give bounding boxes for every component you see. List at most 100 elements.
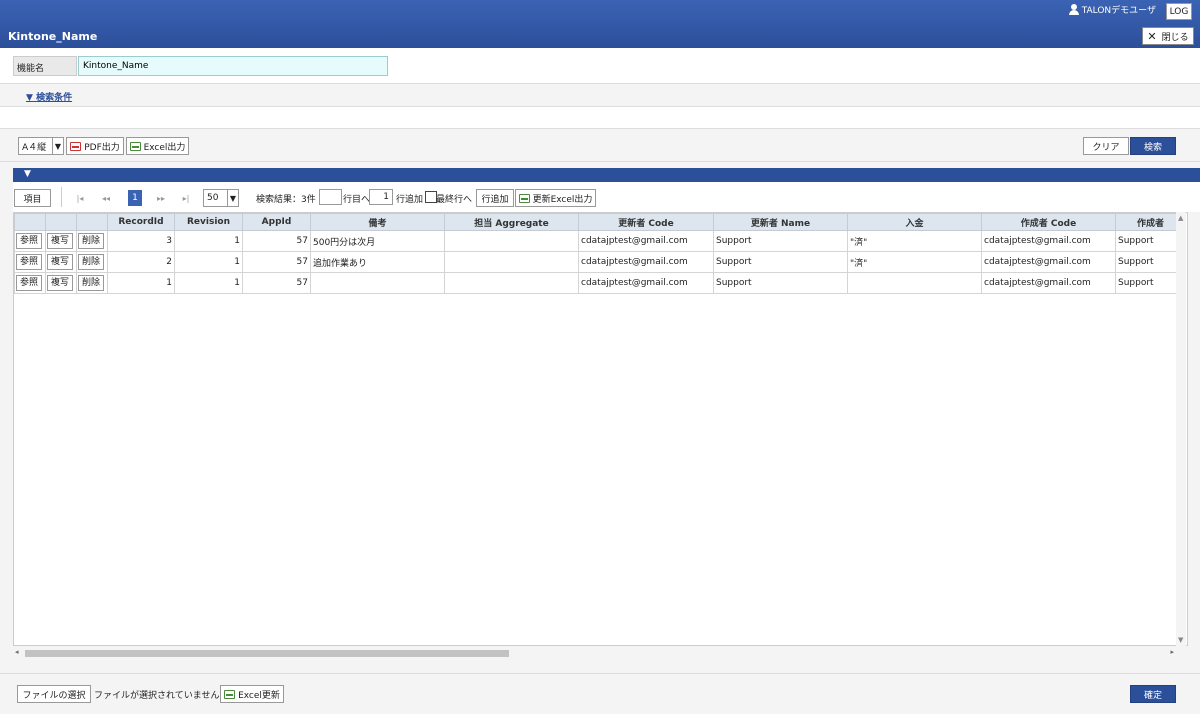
revision-cell: 1 bbox=[174, 272, 243, 294]
user-name: TALONデモユーザ bbox=[1081, 6, 1156, 16]
delete-cell: 削除 bbox=[76, 251, 108, 273]
copy-button[interactable]: 複写 bbox=[47, 254, 74, 270]
column-header-aggregate[interactable]: 担当 Aggregate bbox=[444, 213, 579, 231]
confirm-button[interactable]: 確定 bbox=[1130, 685, 1176, 703]
goto-row-label: 行目へ bbox=[343, 195, 371, 205]
column-header bbox=[45, 213, 77, 231]
excel-export-button[interactable]: Excel出力 bbox=[126, 137, 189, 155]
column-header bbox=[76, 213, 108, 231]
paper-size-select[interactable]: A４縦 ▼ bbox=[18, 137, 64, 155]
function-name-label: 機能名 bbox=[13, 56, 77, 76]
add-row-button[interactable]: 行追加 bbox=[476, 189, 514, 207]
add-row-label: 行追加 bbox=[396, 195, 424, 205]
header-row: RecordId Revision AppId 備考 担当 Aggregate … bbox=[14, 213, 1186, 231]
record-id-cell: 1 bbox=[107, 272, 175, 294]
current-page[interactable]: 1 bbox=[128, 190, 142, 206]
creator-code-cell: cdatajptest@gmail.com bbox=[981, 272, 1116, 294]
creator-cell: Support bbox=[1115, 251, 1186, 273]
excel-export-label: Excel出力 bbox=[143, 142, 186, 153]
goto-row-input[interactable] bbox=[319, 189, 342, 205]
column-header-record-id[interactable]: RecordId bbox=[107, 213, 175, 231]
updater-name-cell: Support bbox=[713, 251, 848, 273]
scroll-right-icon[interactable]: ▸ bbox=[1170, 648, 1174, 656]
note-cell: 500円分は次月 bbox=[310, 230, 445, 252]
copy-cell: 複写 bbox=[45, 230, 77, 252]
paper-size-value: A４縦 bbox=[22, 142, 47, 153]
close-button[interactable]: ✕ 閉じる bbox=[1142, 27, 1194, 45]
creator-cell: Support bbox=[1115, 272, 1186, 294]
log-button[interactable]: LOG bbox=[1166, 3, 1192, 20]
delete-cell: 削除 bbox=[76, 230, 108, 252]
last-row-label: 最終行へ bbox=[436, 195, 473, 205]
printer-icon bbox=[70, 141, 82, 151]
scroll-left-icon[interactable]: ◂ bbox=[15, 648, 19, 656]
column-header-app-id[interactable]: AppId bbox=[242, 213, 311, 231]
pdf-export-button[interactable]: PDF出力 bbox=[66, 137, 124, 155]
excel-update-label: Excel更新 bbox=[238, 690, 280, 701]
updater-name-cell: Support bbox=[713, 230, 848, 252]
close-label: 閉じる bbox=[1161, 32, 1189, 43]
chevron-down-icon: ▼ bbox=[52, 138, 63, 154]
copy-button[interactable]: 複写 bbox=[47, 233, 74, 249]
scroll-down-icon[interactable]: ▼ bbox=[1178, 636, 1183, 644]
add-row-count-input[interactable]: 1 bbox=[369, 189, 393, 205]
note-cell: 追加作業あり bbox=[310, 251, 445, 273]
columns-button[interactable]: 項目 bbox=[14, 189, 51, 207]
vertical-scrollbar[interactable]: ▲ ▼ bbox=[1176, 212, 1186, 646]
delete-cell: 削除 bbox=[76, 272, 108, 294]
user-info[interactable]: TALONデモユーザ bbox=[1068, 3, 1156, 16]
last-page-icon[interactable]: ▸| bbox=[178, 190, 194, 206]
column-header-creator-code[interactable]: 作成者 Code bbox=[981, 213, 1116, 231]
table-row: 参照 複写 削除 1 1 57 cdatajptest@gmail.com Su… bbox=[14, 272, 1186, 294]
page-title: Kintone_Name bbox=[8, 30, 98, 43]
table-row: 参照 複写 削除 2 1 57 追加作業あり cdatajptest@gmail… bbox=[14, 251, 1186, 273]
function-name-input[interactable] bbox=[78, 56, 388, 76]
column-header-updater-name[interactable]: 更新者 Name bbox=[713, 213, 848, 231]
column-header-updater-code[interactable]: 更新者 Code bbox=[578, 213, 714, 231]
prev-page-icon[interactable]: ◂◂ bbox=[98, 190, 114, 206]
delete-button[interactable]: 削除 bbox=[78, 233, 105, 249]
copy-button[interactable]: 複写 bbox=[47, 275, 74, 291]
printer-icon bbox=[518, 193, 530, 203]
excel-update-button[interactable]: Excel更新 bbox=[220, 685, 284, 703]
updater-code-cell: cdatajptest@gmail.com bbox=[578, 272, 714, 294]
user-icon bbox=[1068, 4, 1079, 15]
delete-button[interactable]: 削除 bbox=[78, 254, 105, 270]
scroll-up-icon[interactable]: ▲ bbox=[1178, 214, 1183, 222]
view-cell: 参照 bbox=[14, 230, 46, 252]
search-conditions-panel bbox=[0, 107, 1200, 129]
collapse-icon: ▼ bbox=[24, 169, 31, 179]
delete-button[interactable]: 削除 bbox=[78, 275, 105, 291]
app-id-cell: 57 bbox=[242, 230, 311, 252]
next-page-icon[interactable]: ▸▸ bbox=[153, 190, 169, 206]
results-section-header[interactable]: ▼ bbox=[13, 168, 1200, 182]
column-header-creator[interactable]: 作成者 bbox=[1115, 213, 1186, 231]
creator-code-cell: cdatajptest@gmail.com bbox=[981, 230, 1116, 252]
clear-button[interactable]: クリア bbox=[1083, 137, 1129, 155]
view-button[interactable]: 参照 bbox=[16, 233, 43, 249]
horizontal-scroll-thumb[interactable] bbox=[25, 650, 509, 657]
app-header: TALONデモユーザ LOG Kintone_Name ✕ 閉じる bbox=[0, 0, 1200, 48]
creator-code-cell: cdatajptest@gmail.com bbox=[981, 251, 1116, 273]
printer-icon bbox=[129, 141, 141, 151]
view-button[interactable]: 参照 bbox=[16, 254, 43, 270]
first-page-icon[interactable]: |◂ bbox=[72, 190, 88, 206]
horizontal-scrollbar[interactable]: ◂ ▸ bbox=[13, 647, 1176, 659]
file-select-button[interactable]: ファイルの選択 bbox=[17, 685, 91, 703]
page-size-select[interactable]: 50 ▼ bbox=[203, 189, 239, 207]
app-id-cell: 57 bbox=[242, 272, 311, 294]
record-id-cell: 3 bbox=[107, 230, 175, 252]
search-conditions-toggle[interactable]: ▼ 検索条件 bbox=[26, 90, 72, 103]
view-cell: 参照 bbox=[14, 272, 46, 294]
column-header-revision[interactable]: Revision bbox=[174, 213, 243, 231]
payment-cell bbox=[847, 272, 982, 294]
search-button[interactable]: 検索 bbox=[1130, 137, 1176, 155]
update-excel-export-button[interactable]: 更新Excel出力 bbox=[515, 189, 596, 207]
payment-cell: "済" bbox=[847, 251, 982, 273]
table-row: 参照 複写 削除 3 1 57 500円分は次月 cdatajptest@gma… bbox=[14, 230, 1186, 252]
column-header-note[interactable]: 備考 bbox=[310, 213, 445, 231]
creator-cell: Support bbox=[1115, 230, 1186, 252]
view-button[interactable]: 参照 bbox=[16, 275, 43, 291]
column-header-payment[interactable]: 入金 bbox=[847, 213, 982, 231]
function-name-row: 機能名 bbox=[0, 48, 1200, 84]
